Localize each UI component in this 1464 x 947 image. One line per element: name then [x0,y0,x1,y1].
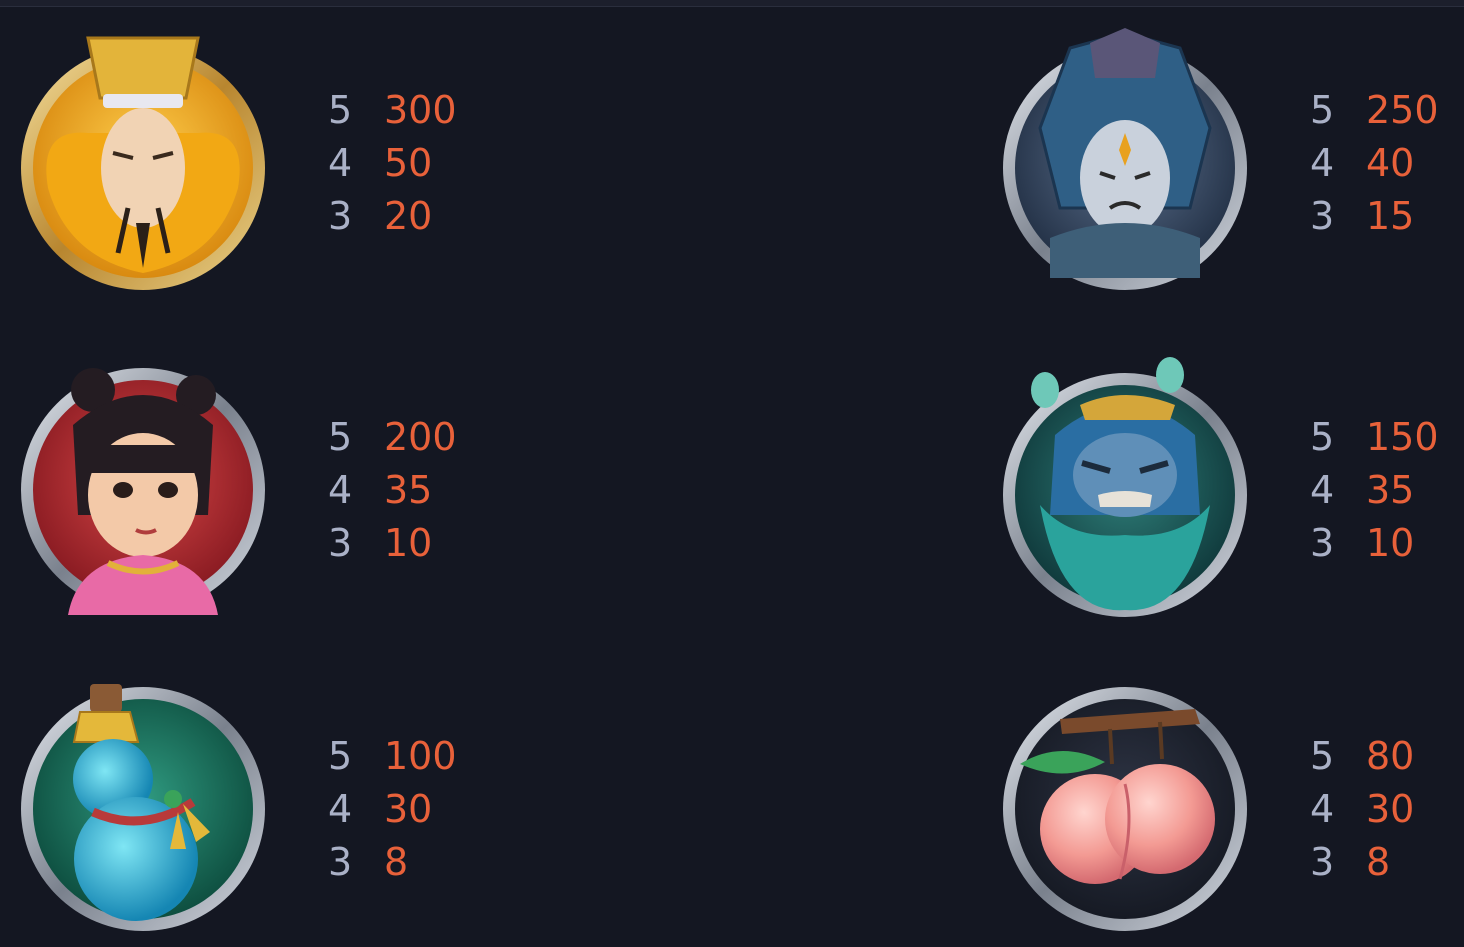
match-count: 3 [1310,520,1335,565]
peach-icon [1000,684,1250,934]
payout-value: 15 [1366,193,1415,238]
match-count: 5 [1310,87,1335,132]
payout-value: 250 [1366,87,1439,132]
payout-value: 30 [384,786,433,831]
pay-row: 4 35 [1310,464,1439,517]
pay-row: 5 300 [328,84,457,137]
match-count: 5 [328,87,353,132]
paytable-peach: 5 80 4 30 38 [1310,684,1414,934]
top-divider [0,0,1464,7]
warrior-icon [1000,28,1250,290]
match-count: 5 [1310,414,1335,459]
match-count: 4 [328,467,353,512]
match-count: 3 [1310,839,1335,884]
pay-row: 4 50 [328,137,457,190]
paytable-girl: 5 200 4 35 3 10 [328,365,457,615]
match-count: 3 [328,839,353,884]
match-count: 5 [328,733,353,778]
payout-value: 200 [384,414,457,459]
payout-value: 30 [1366,786,1415,831]
match-count: 4 [328,786,353,831]
girl-icon [18,365,268,615]
pay-row: 3 10 [328,517,457,570]
payout-value: 20 [384,193,433,238]
emperor-icon [18,36,268,290]
paytable-warrior: 5 250 4 40 3 15 [1310,38,1439,288]
match-count: 3 [328,193,353,238]
match-count: 3 [328,520,353,565]
pay-row: 5 200 [328,411,457,464]
payout-value: 80 [1366,733,1415,778]
pay-row: 38 [328,836,457,889]
match-count: 5 [328,414,353,459]
payout-value: 10 [384,520,433,565]
payout-value: 10 [1366,520,1415,565]
payout-value: 8 [384,839,409,884]
pay-row: 4 30 [328,783,457,836]
payout-value: 8 [1366,839,1391,884]
demon-icon [1000,357,1250,617]
payout-value: 100 [384,733,457,778]
payout-value: 150 [1366,414,1439,459]
match-count: 3 [1310,193,1335,238]
pay-row: 4 35 [328,464,457,517]
payout-value: 35 [384,467,433,512]
pay-row: 3 20 [328,190,457,243]
pay-row: 5 100 [328,730,457,783]
paytable-gourd: 5 100 4 30 38 [328,684,457,934]
pay-row: 5 150 [1310,411,1439,464]
payout-value: 35 [1366,467,1415,512]
pay-row: 5 80 [1310,730,1414,783]
payout-value: 300 [384,87,457,132]
pay-row: 4 40 [1310,137,1439,190]
match-count: 4 [328,140,353,185]
pay-row: 4 30 [1310,783,1414,836]
paytable-emperor: 5 300 4 50 3 20 [328,38,457,288]
pay-row: 3 10 [1310,517,1439,570]
match-count: 4 [1310,786,1335,831]
match-count: 4 [1310,467,1335,512]
pay-row: 3 15 [1310,190,1439,243]
payout-value: 50 [384,140,433,185]
payout-value: 40 [1366,140,1415,185]
paytable-demon: 5 150 4 35 3 10 [1310,365,1439,615]
match-count: 4 [1310,140,1335,185]
pay-row: 5 250 [1310,84,1439,137]
gourd-icon [18,684,268,934]
pay-row: 38 [1310,836,1414,889]
match-count: 5 [1310,733,1335,778]
